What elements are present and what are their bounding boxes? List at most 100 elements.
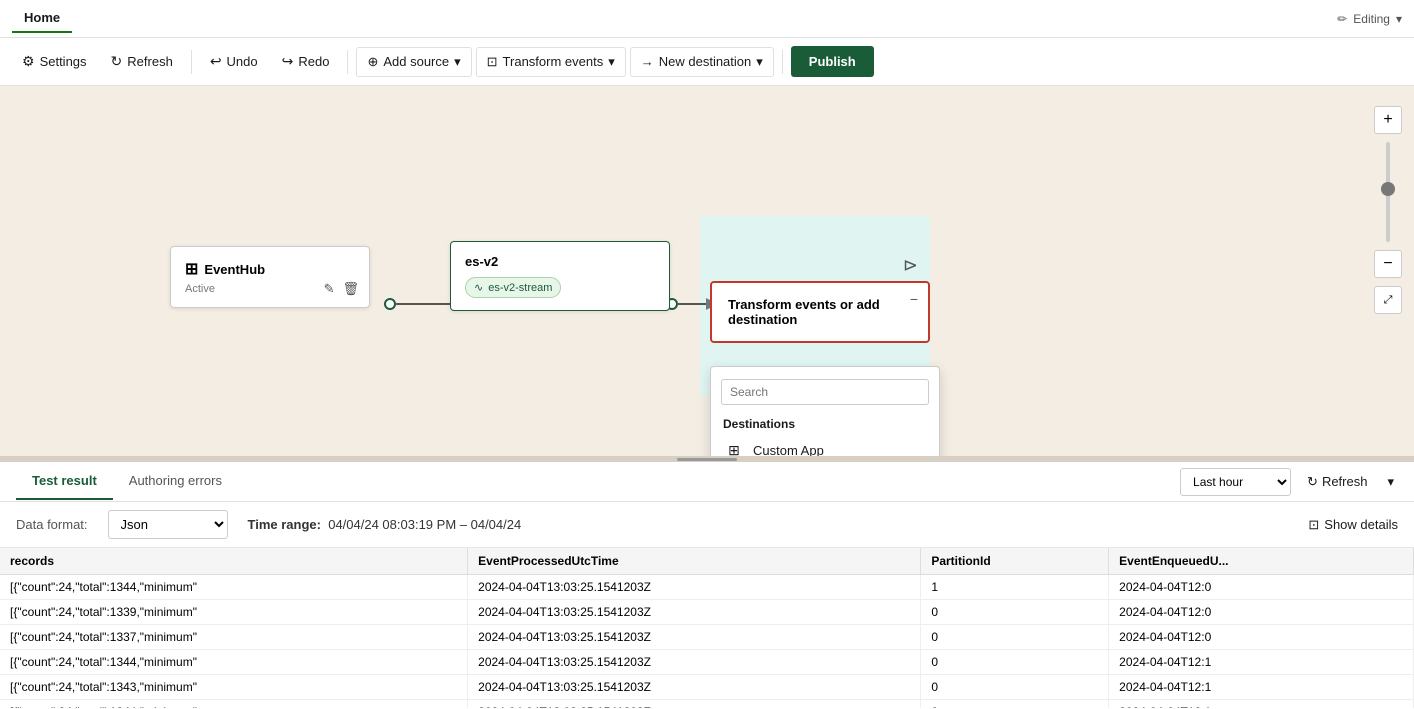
cell-enqueued: 2024-04-04T12:0: [1109, 600, 1414, 625]
destination-search[interactable]: [721, 379, 929, 405]
new-destination-button[interactable]: → New destination ▾: [630, 47, 774, 77]
transform-chevron: ▾: [608, 54, 615, 70]
table-row: [{"count":24,"total":1337,"minimum" 2024…: [0, 625, 1414, 650]
cell-enqueued: 2024-04-04T12:0: [1109, 575, 1414, 600]
col-enqueued: EventEnqueuedU...: [1109, 548, 1414, 575]
eventhub-title: ⊞ EventHub: [185, 259, 355, 279]
table-row: [{"count":24,"total":1339,"minimum" 2024…: [0, 600, 1414, 625]
data-controls: Data format: Json CSV Time range: 04/04/…: [0, 502, 1414, 548]
col-partition: PartitionId: [921, 548, 1109, 575]
cell-partition: 0: [921, 625, 1109, 650]
cell-enqueued: 2024-04-04T12:0: [1109, 625, 1414, 650]
zoom-controls: + − ⤢: [1374, 106, 1402, 314]
toolbar-divider-1: [191, 50, 192, 74]
toolbar-divider-3: [782, 50, 783, 74]
stream-badge: ∿ es-v2-stream: [465, 277, 561, 298]
add-source-chevron: ▾: [454, 54, 461, 70]
table-row: [{"count":24,"total":1344,"minimum" 2024…: [0, 575, 1414, 600]
title-bar: Home ✏ Editing ▾: [0, 0, 1414, 38]
canvas-area: ⊞ EventHub Active ✎ 🗑 es-v2 ∿ es-v2-stre…: [0, 86, 1414, 456]
refresh-icon: ↻: [111, 53, 123, 70]
zoom-thumb: [1381, 182, 1395, 196]
table-row: [{"count":24,"total":1343,"minimum" 2024…: [0, 675, 1414, 700]
stream-icon: ∿: [474, 281, 483, 294]
bottom-refresh-icon: ↻: [1307, 474, 1318, 490]
zoom-out-button[interactable]: −: [1374, 250, 1402, 278]
cell-time: 2024-04-04T13:03:25.1541203Z: [468, 600, 921, 625]
undo-icon: ↩: [210, 53, 222, 70]
bottom-refresh-button[interactable]: ↻ Refresh: [1299, 470, 1375, 494]
minimize-icon[interactable]: −: [910, 291, 918, 307]
cell-partition: 1: [921, 575, 1109, 600]
cell-enqueued: 2024-04-04T12:1: [1109, 650, 1414, 675]
destination-custom-app[interactable]: ⊞ Custom App: [711, 435, 939, 456]
exit-icon: ⊳: [903, 255, 918, 276]
redo-button[interactable]: ↪ Redo: [272, 47, 340, 76]
show-details-icon: ⊡: [1308, 517, 1319, 533]
zoom-slider[interactable]: [1386, 142, 1390, 242]
cell-records: [{"count":24,"total":1337,"minimum": [0, 625, 468, 650]
node-transform[interactable]: ⊳ Transform events or add destination −: [710, 281, 930, 343]
expand-panel-button[interactable]: ▾: [1383, 470, 1398, 494]
edit-icon[interactable]: ✎: [324, 281, 335, 297]
data-format-select[interactable]: Json CSV: [108, 510, 228, 539]
cell-records: [{"count":24,"total":1344,"minimum": [0, 700, 468, 709]
cell-time: 2024-04-04T13:03:25.1541203Z: [468, 675, 921, 700]
col-records: records: [0, 548, 468, 575]
tab-authoring-errors[interactable]: Authoring errors: [113, 463, 238, 500]
cell-partition: 0: [921, 700, 1109, 709]
time-range-display: Time range: 04/04/24 08:03:19 PM – 04/04…: [248, 517, 522, 532]
cell-partition: 0: [921, 675, 1109, 700]
data-table: records EventProcessedUtcTime PartitionI…: [0, 548, 1414, 708]
cell-records: [{"count":24,"total":1343,"minimum": [0, 675, 468, 700]
transform-icon: ⊡: [487, 54, 498, 70]
data-table-wrapper: records EventProcessedUtcTime PartitionI…: [0, 548, 1414, 708]
settings-button[interactable]: ⚙ Settings: [12, 47, 97, 76]
cell-enqueued: 2024-04-04T12:1: [1109, 675, 1414, 700]
editing-badge: ✏ Editing ▾: [1337, 12, 1402, 26]
cell-records: [{"count":24,"total":1339,"minimum": [0, 600, 468, 625]
cell-records: [{"count":24,"total":1344,"minimum": [0, 650, 468, 675]
destination-dropdown: Destinations ⊞ Custom App ⌂ Lakehouse ⊡ …: [710, 366, 940, 456]
cell-partition: 0: [921, 650, 1109, 675]
publish-button[interactable]: Publish: [791, 46, 874, 77]
redo-icon: ↪: [282, 53, 294, 70]
cell-partition: 0: [921, 600, 1109, 625]
time-range-select[interactable]: Last hour Last 6 hours Last 24 hours: [1180, 468, 1291, 496]
data-format-label: Data format:: [16, 517, 88, 532]
cell-time: 2024-04-04T13:03:25.1541203Z: [468, 575, 921, 600]
show-details-button[interactable]: ⊡ Show details: [1308, 517, 1398, 533]
table-row: [{"count":24,"total":1344,"minimum" 2024…: [0, 700, 1414, 709]
toolbar-divider-2: [347, 50, 348, 74]
custom-app-icon: ⊞: [725, 442, 743, 456]
tab-test-result[interactable]: Test result: [16, 463, 113, 500]
bottom-tabs: Test result Authoring errors Last hour L…: [0, 462, 1414, 502]
bottom-tabs-left: Test result Authoring errors: [16, 463, 238, 500]
node-eventhub: ⊞ EventHub Active ✎ 🗑: [170, 246, 370, 308]
zoom-in-button[interactable]: +: [1374, 106, 1402, 134]
destinations-section-title: Destinations: [711, 413, 939, 435]
settings-icon: ⚙: [22, 53, 35, 70]
cell-enqueued: 2024-04-04T12:1: [1109, 700, 1414, 709]
home-tab[interactable]: Home: [12, 4, 72, 33]
new-destination-chevron: ▾: [756, 54, 763, 70]
cell-records: [{"count":24,"total":1344,"minimum": [0, 575, 468, 600]
col-event-time: EventProcessedUtcTime: [468, 548, 921, 575]
chevron-down-icon[interactable]: ▾: [1396, 12, 1402, 26]
add-source-icon: ⊕: [367, 54, 378, 70]
cell-time: 2024-04-04T13:03:25.1541203Z: [468, 650, 921, 675]
undo-button[interactable]: ↩ Undo: [200, 47, 268, 76]
separator-handle: [677, 458, 737, 461]
transform-events-button[interactable]: ⊡ Transform events ▾: [476, 47, 626, 77]
node-esv2: es-v2 ∿ es-v2-stream: [450, 241, 670, 311]
bottom-tabs-right: Last hour Last 6 hours Last 24 hours ↻ R…: [1180, 468, 1398, 496]
transform-title: Transform events or add destination: [728, 297, 912, 327]
eventhub-icon: ⊞: [185, 259, 198, 279]
bottom-panel: Test result Authoring errors Last hour L…: [0, 462, 1414, 709]
eventhub-actions: ✎ 🗑: [324, 281, 359, 297]
destination-icon: →: [641, 54, 654, 69]
delete-icon[interactable]: 🗑: [342, 281, 359, 297]
zoom-fit-button[interactable]: ⤢: [1374, 286, 1402, 314]
refresh-button[interactable]: ↻ Refresh: [101, 47, 183, 76]
add-source-button[interactable]: ⊕ Add source ▾: [356, 47, 471, 77]
